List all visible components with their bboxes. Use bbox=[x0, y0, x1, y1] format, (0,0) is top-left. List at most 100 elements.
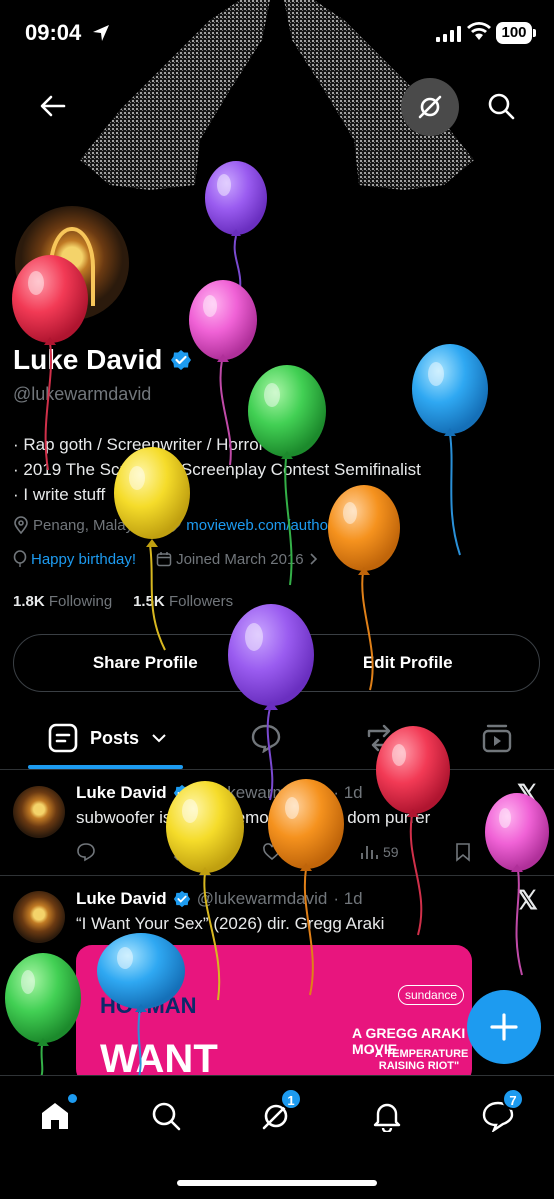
tab-media-icon[interactable] bbox=[482, 723, 512, 753]
status-bar: 09:04 100 bbox=[0, 0, 554, 64]
reply-icon bbox=[77, 843, 95, 862]
post-header: Luke David @lukewarmdavid · 1d bbox=[76, 783, 363, 803]
home-indicator bbox=[177, 1180, 377, 1186]
x-logo-icon: 𝕏 bbox=[517, 885, 538, 915]
posts-icon bbox=[48, 723, 78, 753]
profile-meta-birthday-joined: Happy birthday! Joined March 2016 bbox=[13, 550, 318, 568]
location-arrow-icon bbox=[93, 25, 109, 41]
followers-label: Followers bbox=[168, 593, 234, 610]
profile-location: Penang, Malaysia bbox=[33, 516, 153, 534]
profile-tabs: Posts bbox=[0, 705, 554, 770]
post-item[interactable]: Luke David @lukewarmdavid · 1d 𝕏 subwoof… bbox=[0, 771, 554, 876]
post-author-handle: @lukewarmdavid bbox=[196, 889, 328, 908]
post-media-poster[interactable]: HOTMAN WANT sundance A GREGG ARAKI MOVIE… bbox=[76, 945, 472, 1085]
post-author-name[interactable]: Luke David bbox=[76, 783, 167, 803]
chevron-right-icon[interactable] bbox=[308, 552, 318, 566]
status-time: 09:04 bbox=[25, 20, 82, 45]
balloon-icon bbox=[13, 550, 27, 567]
tab-reposts-icon[interactable] bbox=[364, 723, 398, 753]
active-tab-indicator bbox=[28, 765, 183, 769]
following-label: Following bbox=[48, 593, 113, 610]
poster-quote: "A TEMPERATURE RAISING RIOT" bbox=[369, 1048, 469, 1072]
grok-badge: 1 bbox=[280, 1088, 302, 1110]
views-chart-icon bbox=[361, 846, 378, 859]
profile-website: movieweb.com/author/luke-da... bbox=[186, 516, 399, 534]
sundance-laurel: sundance bbox=[398, 985, 465, 1005]
nav-notifications[interactable] bbox=[367, 1096, 407, 1136]
nav-search[interactable] bbox=[146, 1096, 186, 1136]
post-time: · 1d bbox=[333, 889, 363, 908]
plus-icon bbox=[490, 1013, 518, 1041]
edit-profile-button[interactable]: Edit Profile bbox=[277, 635, 540, 691]
profile-action-buttons: Share Profile Edit Profile bbox=[13, 634, 540, 692]
compose-button[interactable] bbox=[467, 990, 541, 1064]
home-notification-dot bbox=[68, 1094, 77, 1103]
bookmark-button[interactable] bbox=[454, 842, 472, 862]
home-icon bbox=[42, 1103, 68, 1129]
followers-count: 1.5K bbox=[133, 593, 165, 610]
calendar-icon bbox=[156, 552, 172, 567]
messages-badge: 7 bbox=[502, 1088, 524, 1110]
bookmark-icon bbox=[456, 843, 470, 862]
profile-meta-location-website: Penang, Malaysia movieweb.com/author/luk… bbox=[13, 516, 399, 534]
verified-badge-icon bbox=[173, 890, 190, 908]
like-button[interactable] bbox=[262, 842, 282, 862]
post-actions: 59 bbox=[76, 842, 476, 866]
profile-website-link[interactable]: movieweb.com/author/luke-da... bbox=[166, 517, 399, 534]
grok-button[interactable] bbox=[401, 78, 459, 136]
post-avatar[interactable] bbox=[13, 786, 65, 838]
profile-name-row: Luke David bbox=[13, 344, 192, 376]
post-text: subwoofer is just the emotional of a dom… bbox=[76, 808, 431, 827]
post-author-name[interactable]: Luke David bbox=[76, 889, 167, 909]
grok-icon bbox=[418, 95, 442, 119]
post-text: “I Want Your Sex” (2026) dir. Gregg Arak… bbox=[76, 914, 385, 933]
balloon bbox=[189, 280, 257, 362]
link-icon bbox=[167, 518, 182, 532]
repost-icon bbox=[172, 843, 188, 861]
cellular-signal-icon bbox=[436, 26, 461, 42]
followers-link[interactable]: 1.5K Followers bbox=[133, 593, 233, 610]
verified-badge-icon bbox=[173, 784, 190, 802]
nav-grok[interactable]: 1 bbox=[256, 1088, 302, 1136]
tab-replies-icon[interactable] bbox=[250, 723, 282, 753]
profile-name: Luke David bbox=[13, 344, 163, 375]
view-count: 59 bbox=[383, 844, 399, 860]
follow-stats: 1.8K Following 1.5K Followers bbox=[13, 593, 233, 610]
birthday-text[interactable]: Happy birthday! bbox=[31, 551, 136, 568]
following-link[interactable]: 1.8K Following bbox=[13, 593, 112, 610]
location-pin-icon bbox=[14, 516, 28, 534]
search-button[interactable] bbox=[473, 78, 529, 134]
views-button[interactable]: 59 bbox=[359, 842, 399, 862]
wifi-icon bbox=[467, 22, 491, 40]
nav-home[interactable] bbox=[35, 1094, 77, 1136]
back-arrow-icon bbox=[40, 95, 66, 117]
heart-icon bbox=[263, 843, 281, 861]
bio-line: · Rap goth / Screenwriter / Horror nerd bbox=[13, 435, 304, 454]
joined-date: Joined March 2016 bbox=[176, 550, 304, 568]
back-button[interactable] bbox=[25, 78, 81, 134]
search-icon bbox=[488, 93, 515, 120]
profile-bio: · Rap goth / Screenwriter / Horror nerd … bbox=[13, 432, 421, 507]
search-icon bbox=[152, 1102, 181, 1131]
reply-button[interactable] bbox=[76, 842, 96, 862]
tab-posts[interactable]: Posts bbox=[48, 723, 167, 753]
balloon bbox=[412, 344, 488, 436]
bell-icon bbox=[373, 1103, 401, 1132]
profile-handle: @lukewarmdavid bbox=[13, 384, 152, 404]
following-count: 1.8K bbox=[13, 593, 45, 610]
share-profile-button[interactable]: Share Profile bbox=[14, 635, 277, 691]
bio-line: · 2019 The Script Lab Screenplay Contest… bbox=[13, 460, 421, 479]
repost-button[interactable] bbox=[170, 842, 190, 862]
tab-posts-label: Posts bbox=[90, 727, 140, 748]
post-author-handle: @lukewarmdavid bbox=[196, 783, 328, 802]
profile-avatar[interactable] bbox=[12, 203, 132, 323]
battery-indicator: 100 bbox=[496, 22, 536, 44]
bio-line: · I write stuff bbox=[13, 485, 106, 504]
nav-messages[interactable]: 7 bbox=[478, 1088, 524, 1136]
post-header: Luke David @lukewarmdavid · 1d bbox=[76, 889, 363, 909]
poster-title-line1: HOTMAN bbox=[100, 993, 197, 1018]
x-logo-icon: 𝕏 bbox=[517, 779, 538, 809]
post-avatar[interactable] bbox=[13, 891, 65, 943]
post-time: · 1d bbox=[333, 783, 363, 802]
verified-badge-icon[interactable] bbox=[170, 349, 192, 371]
